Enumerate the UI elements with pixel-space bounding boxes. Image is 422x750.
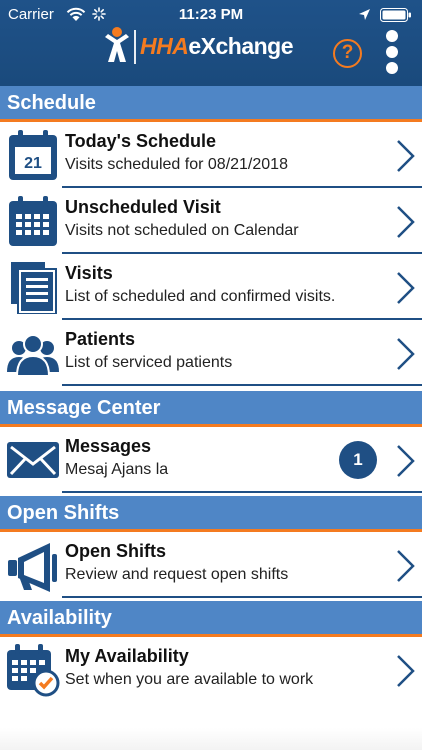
section-header-schedule: Schedule [0,86,422,122]
section-header-message-center: Message Center [0,391,422,427]
battery-icon [380,8,411,22]
row-title: Patients [65,329,136,349]
logo-divider [134,30,136,64]
row-subtitle: Visits scheduled for 08/21/2018 [65,156,288,173]
help-button[interactable]: ? [333,39,362,68]
calendar-day-icon: 21 [9,130,57,180]
section-header-availability: Availability [0,601,422,637]
row-title: Visits [65,263,113,283]
calendar-grid-icon [9,196,57,246]
open-shifts-row[interactable]: Open Shifts Review and request open shif… [0,532,422,598]
location-arrow-icon [359,9,370,20]
chevron-right-icon [397,550,415,582]
row-divider [62,491,422,493]
unread-count-badge: 1 [339,441,377,479]
document-list-icon [11,262,57,314]
row-divider [62,596,422,598]
row-subtitle: Mesaj Ajans la [65,461,169,478]
my-availability-row[interactable]: My Availability Set when you are availab… [0,637,422,703]
row-divider [62,384,422,386]
list-bottom-area [0,728,422,750]
todays-schedule-row[interactable]: 21 Today's Schedule Visits scheduled for… [0,122,422,188]
row-subtitle: Review and request open shifts [65,566,289,583]
row-title: Unscheduled Visit [65,197,221,217]
logo-person-icon [105,27,129,62]
calendar-check-icon [7,644,60,697]
row-title: Messages [65,436,152,456]
row-subtitle: List of scheduled and confirmed visits. [65,288,336,305]
chevron-right-icon [397,445,415,477]
app-header: Carrier 11:23 PM HHAeXchange ? [0,0,422,86]
patients-group-icon [7,334,59,377]
chevron-right-icon [397,206,415,238]
row-title: Open Shifts [65,541,167,561]
chevron-right-icon [397,272,415,304]
messages-row[interactable]: Messages Mesaj Ajans la 1 [0,427,422,493]
chevron-right-icon [397,140,415,172]
row-subtitle: Set when you are available to work [65,671,314,688]
row-title: Today's Schedule [65,131,216,151]
dot [386,62,398,74]
status-bar: Carrier 11:23 PM [0,0,422,30]
row-subtitle: List of serviced patients [65,354,233,371]
megaphone-icon [8,543,57,592]
chevron-right-icon [397,655,415,687]
section-header-open-shifts: Open Shifts [0,496,422,532]
visits-row[interactable]: Visits List of scheduled and confirmed v… [0,254,422,320]
logo-wordmark: HHAeXchange [140,33,293,59]
chevron-right-icon [397,338,415,370]
envelope-icon [7,442,59,478]
row-subtitle: Visits not scheduled on Calendar [65,222,299,239]
dot [386,30,398,42]
patients-row[interactable]: Patients List of serviced patients [0,320,422,386]
more-options-button[interactable] [382,30,402,78]
unscheduled-visit-row[interactable]: Unscheduled Visit Visits not scheduled o… [0,188,422,254]
dot [386,46,398,58]
row-title: My Availability [65,646,189,666]
calendar-day-number: 21 [24,155,42,172]
